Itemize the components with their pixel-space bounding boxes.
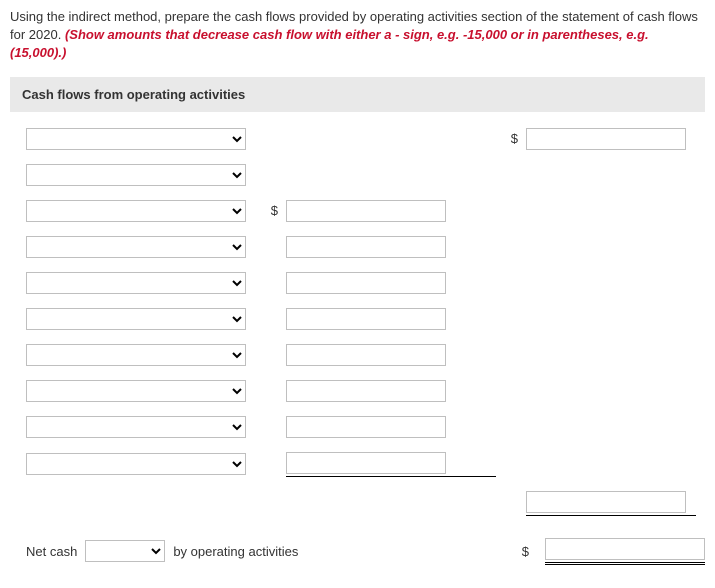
operating-activities-grid: $ $ xyxy=(10,128,705,516)
amount-mid-9[interactable] xyxy=(286,452,446,474)
amount-mid-6[interactable] xyxy=(286,344,446,366)
line-select-0[interactable] xyxy=(26,128,246,150)
line-select-2[interactable] xyxy=(26,200,246,222)
instructions-text: Using the indirect method, prepare the c… xyxy=(10,8,705,63)
line-select-8[interactable] xyxy=(26,416,246,438)
instructions-part2: (Show amounts that decrease cash flow wi… xyxy=(10,27,649,60)
dollar-sign-netcash: $ xyxy=(507,544,537,559)
netcash-select[interactable] xyxy=(85,540,165,562)
net-cash-row: Net cash by operating activities $ xyxy=(10,538,705,565)
netcash-suffix: by operating activities xyxy=(173,544,298,559)
dollar-sign-right-0: $ xyxy=(496,131,526,146)
line-select-1[interactable] xyxy=(26,164,246,186)
dollar-sign-mid-2: $ xyxy=(256,203,286,218)
amount-mid-4[interactable] xyxy=(286,272,446,294)
netcash-prefix: Net cash xyxy=(26,544,77,559)
amount-mid-7[interactable] xyxy=(286,380,446,402)
section-header: Cash flows from operating activities xyxy=(10,77,705,112)
line-select-7[interactable] xyxy=(26,380,246,402)
amount-mid-2[interactable] xyxy=(286,200,446,222)
line-select-5[interactable] xyxy=(26,308,246,330)
amount-mid-3[interactable] xyxy=(286,236,446,258)
line-select-6[interactable] xyxy=(26,344,246,366)
amount-subtotal-right[interactable] xyxy=(526,491,686,513)
amount-mid-8[interactable] xyxy=(286,416,446,438)
amount-netcash[interactable] xyxy=(545,538,705,560)
line-select-9[interactable] xyxy=(26,453,246,475)
line-select-3[interactable] xyxy=(26,236,246,258)
amount-right-0[interactable] xyxy=(526,128,686,150)
line-select-4[interactable] xyxy=(26,272,246,294)
amount-mid-5[interactable] xyxy=(286,308,446,330)
